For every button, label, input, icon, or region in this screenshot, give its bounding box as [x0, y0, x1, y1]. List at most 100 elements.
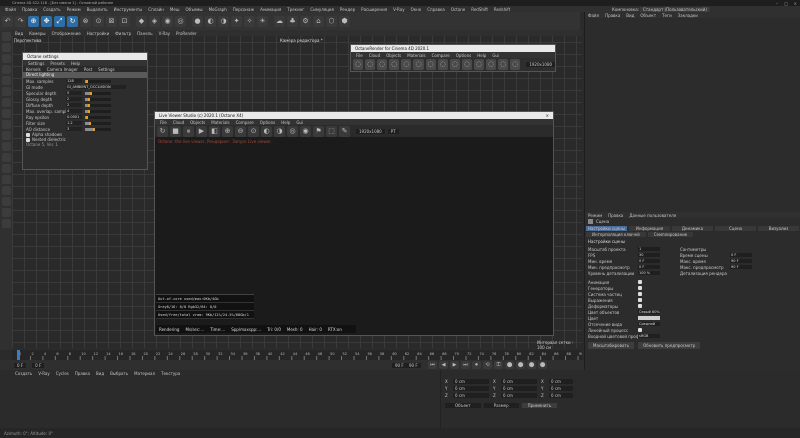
make-editable-icon[interactable] — [1, 32, 11, 41]
objects-menu-item[interactable]: Теги — [659, 13, 675, 18]
menu-item[interactable]: Объемы — [183, 7, 206, 12]
coord-mode-select[interactable]: Объект — [445, 403, 481, 408]
scene-checkbox[interactable] — [638, 280, 642, 284]
undo-icon[interactable]: ↶ — [2, 15, 13, 27]
octane-setting-value[interactable]: 128 — [66, 79, 82, 83]
objects-menu-item[interactable]: Правка — [602, 13, 623, 18]
scene-setting-value[interactable]: 0 F — [638, 259, 660, 263]
octane-setting-value[interactable]: GI_AMBIENT_OCCLUSION — [66, 85, 126, 89]
octane-setting-slider[interactable] — [85, 115, 111, 119]
octane-render-tool-icon[interactable]: ◌ — [437, 58, 448, 70]
menu-item[interactable]: RedShift — [468, 7, 491, 12]
array-icon[interactable]: ◑ — [218, 15, 229, 27]
coord-value[interactable]: 0 cm — [453, 386, 489, 391]
viewport-menu-item[interactable]: Камеры — [26, 31, 48, 36]
viewport-menu-item[interactable]: V-Ray — [156, 31, 173, 36]
lock-icon[interactable] — [1, 142, 11, 151]
material-menu-item[interactable]: Вид — [93, 371, 107, 376]
workplane-icon[interactable] — [1, 120, 11, 129]
octane-render-tool-icon[interactable]: ◌ — [510, 58, 521, 70]
octane-settings-menu-item[interactable]: Settings — [25, 61, 47, 66]
timeline[interactable]: 0 2 4 6 8 10 12 14 16 18 20 22 24 26 28 30 32 34 36 38 40 42 4… — [12, 350, 583, 360]
octane-render-res[interactable]: 1920x1080 — [526, 61, 556, 67]
material-menu-item[interactable]: Материал — [131, 371, 158, 376]
menu-item[interactable]: Анимация — [257, 7, 284, 12]
menu-item[interactable]: Redshift — [491, 7, 513, 12]
octane-render-tool-icon[interactable]: ◌ — [365, 58, 376, 70]
octane-setting-slider[interactable] — [85, 121, 111, 125]
render-region-icon[interactable]: ◆ — [136, 15, 147, 27]
material-menu-item[interactable]: Выбрать — [107, 371, 131, 376]
clip-value[interactable]: Средний — [638, 322, 660, 326]
scene-setting-value[interactable]: 0 F — [638, 265, 660, 269]
menu-item[interactable]: Персонаж — [230, 7, 257, 12]
solo-icon[interactable] — [1, 131, 11, 140]
pen-icon[interactable]: ● — [192, 15, 203, 27]
octane-setting-slider[interactable] — [85, 103, 111, 107]
coord-value-3[interactable]: 0 cm — [549, 379, 573, 384]
y-axis-icon[interactable]: ⊙ — [93, 15, 104, 27]
octane-setting-value[interactable]: 3 — [66, 127, 82, 131]
material-menu-item[interactable]: Создать — [12, 371, 35, 376]
end-frame-2[interactable]: 90 F — [406, 362, 421, 368]
objects-menu-item[interactable]: Закладки — [675, 13, 701, 18]
live-viewer-tool-icon[interactable]: ⊕ — [222, 125, 233, 137]
material-icon[interactable] — [1, 219, 11, 228]
octane-settings-menu-item[interactable]: Presets — [47, 61, 68, 66]
octane-settings-tab[interactable]: Kernels — [23, 67, 44, 72]
light-icon[interactable]: ♣ — [287, 15, 298, 27]
octane-render-tool-icon[interactable]: ◌ — [486, 58, 497, 70]
go-end-icon[interactable]: ⏭ — [461, 361, 470, 369]
key-icon[interactable]: ⚿ — [494, 361, 503, 369]
viewport-menu-item[interactable]: Настройки — [84, 31, 113, 36]
menu-item[interactable]: Меш — [167, 7, 183, 12]
slider-handle[interactable] — [87, 97, 90, 101]
octane-setting-slider[interactable] — [85, 109, 111, 113]
end-frame[interactable]: 90 F — [392, 362, 407, 368]
live-viewer-titlebar[interactable]: Live Viewer Studio (c) 2020.1 (Octane X4… — [155, 112, 553, 119]
octane-setting-slider[interactable] — [85, 79, 111, 83]
viewport-menu-item[interactable]: Отображение — [49, 31, 84, 36]
uv-mode-icon[interactable] — [1, 87, 11, 96]
octane-render-tool-icon[interactable]: ◌ — [425, 58, 436, 70]
octane-render-menu-item[interactable]: Objects — [383, 53, 404, 58]
scene-checkbox[interactable] — [638, 286, 642, 290]
maximize-icon[interactable]: □ — [784, 1, 788, 6]
objects-menu-item[interactable]: Вид — [623, 13, 637, 18]
scene-checkbox[interactable] — [638, 292, 642, 296]
rotate-icon[interactable]: ↻ — [67, 15, 78, 27]
menu-item[interactable]: Правка — [19, 7, 40, 12]
slider-handle[interactable] — [88, 121, 91, 125]
menu-item[interactable]: Режим — [64, 7, 84, 12]
camera-icon[interactable]: ☁ — [274, 15, 285, 27]
slider-handle[interactable] — [90, 91, 93, 95]
attr-tab[interactable]: Режим — [585, 213, 605, 218]
viewport-menu-item[interactable]: ProRender — [173, 31, 200, 36]
grid-icon[interactable] — [1, 153, 11, 162]
live-viewer-menu-item[interactable]: Gui — [293, 120, 306, 125]
viewport-menu-item[interactable]: Вид — [12, 31, 26, 36]
material-menu-item[interactable]: V-Ray — [35, 371, 52, 376]
view-color-swatch[interactable] — [638, 316, 660, 320]
live-select-icon[interactable]: ⊕ — [28, 15, 39, 27]
octane-render-tool-icon[interactable]: ◌ — [498, 58, 509, 70]
coord-value-2[interactable]: 0 cm — [501, 379, 537, 384]
octane-setting-value[interactable]: 2 — [66, 103, 82, 107]
keyframe-pos-icon[interactable]: ⬤ — [505, 361, 514, 369]
slider-handle[interactable] — [85, 115, 88, 119]
menu-item[interactable]: Справка — [424, 7, 448, 12]
hex2-icon[interactable]: ⬢ — [339, 15, 350, 27]
octane-settings-tab[interactable]: Post — [81, 67, 95, 72]
live-viewer-menu-item[interactable]: Materials — [208, 120, 232, 125]
material-menu-item[interactable]: Правка — [72, 371, 93, 376]
live-viewer-tool-icon[interactable]: ⊙ — [248, 125, 259, 137]
menu-item[interactable]: Сплайн — [145, 7, 167, 12]
octane-render-tool-icon[interactable]: ◌ — [449, 58, 460, 70]
octane-render-tool-icon[interactable]: ◌ — [389, 58, 400, 70]
viewport-menu-item[interactable]: Панель — [134, 31, 155, 36]
attr-subtab2[interactable]: Семплирование — [647, 231, 694, 237]
objects-menu-item[interactable]: Файл — [585, 13, 602, 18]
z-axis-icon[interactable]: ⊠ — [106, 15, 117, 27]
home-icon[interactable]: ⌂ — [313, 15, 324, 27]
live-viewer-menu-item[interactable]: Help — [278, 120, 293, 125]
